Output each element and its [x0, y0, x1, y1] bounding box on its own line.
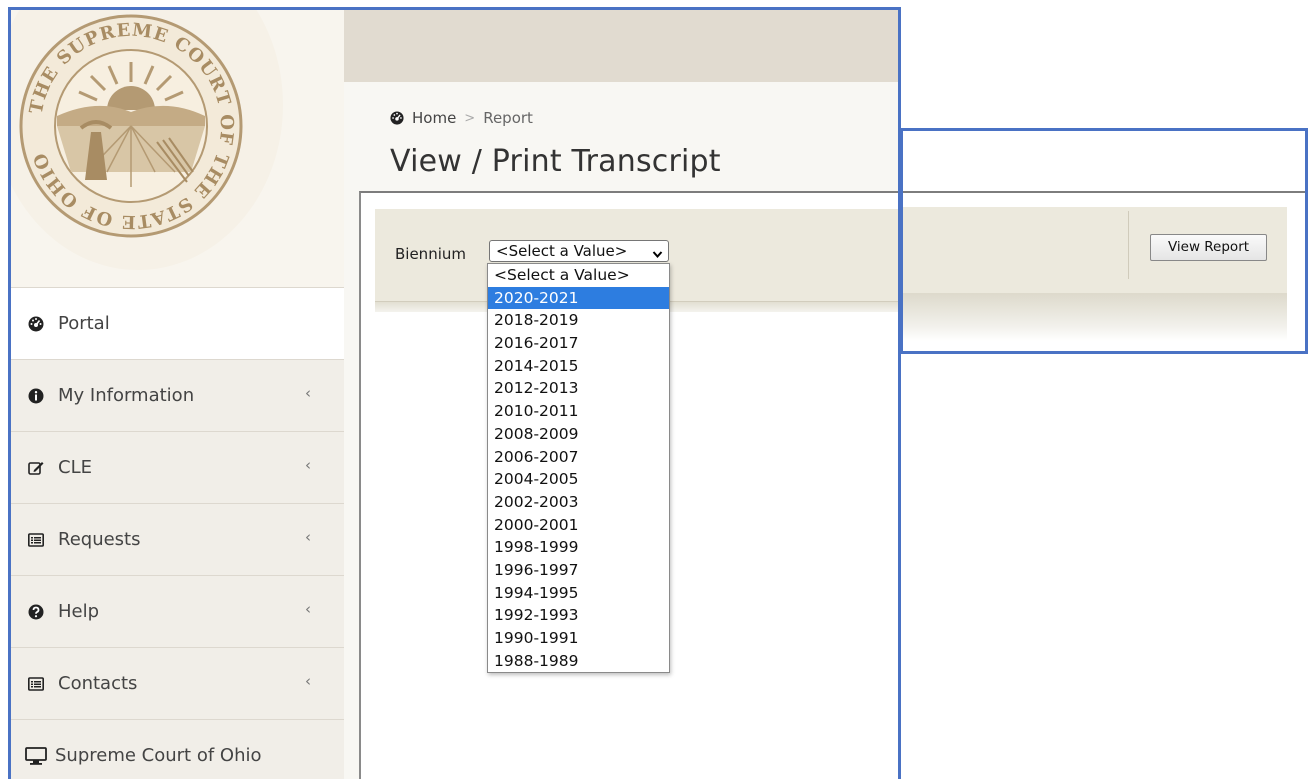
list-icon	[28, 532, 44, 548]
sidebar-item-label: Help	[58, 601, 100, 622]
sidebar-item-label: Portal	[58, 313, 110, 334]
breadcrumb-separator: >	[464, 110, 476, 126]
dropdown-option[interactable]: 2002-2003	[488, 491, 669, 514]
sidebar-item-cle[interactable]: CLE ‹	[11, 431, 344, 503]
main-screenshot-panel: THE SUPREME COURT OF THE STATE OF OHIO P…	[8, 7, 901, 779]
sidebar-item-label: My Information	[58, 385, 195, 406]
dropdown-option[interactable]: <Select a Value>	[488, 264, 669, 287]
dropdown-option[interactable]: 2006-2007	[488, 446, 669, 469]
biennium-label: Biennium	[395, 245, 466, 263]
sidebar-nav: Portal My Information ‹ CLE ‹ Requests ‹	[11, 287, 344, 779]
sidebar-item-my-information[interactable]: My Information ‹	[11, 359, 344, 431]
supreme-court-seal-logo: THE SUPREME COURT OF THE STATE OF OHIO	[19, 14, 243, 238]
sidebar-item-portal[interactable]: Portal	[11, 287, 344, 359]
dropdown-option[interactable]: 1994-1995	[488, 582, 669, 605]
dropdown-option[interactable]: 1996-1997	[488, 559, 669, 582]
biennium-select[interactable]: <Select a Value>	[489, 240, 669, 262]
dropdown-option[interactable]: 2018-2019	[488, 309, 669, 332]
sidebar-item-help[interactable]: Help ‹	[11, 575, 344, 647]
breadcrumb: Home > Report	[390, 109, 533, 127]
sidebar-item-contacts[interactable]: Contacts ‹	[11, 647, 344, 719]
breadcrumb-home-link[interactable]: Home	[412, 109, 456, 127]
dropdown-option[interactable]: 2014-2015	[488, 355, 669, 378]
dropdown-option[interactable]: 1988-1989	[488, 650, 669, 673]
dashboard-icon	[28, 316, 44, 332]
breadcrumb-current: Report	[483, 109, 533, 127]
report-toolbar-zoom-panel: View Report	[900, 128, 1308, 354]
dropdown-option[interactable]: 2012-2013	[488, 377, 669, 400]
chevron-left-icon: ‹	[305, 528, 311, 546]
dropdown-option[interactable]: 2008-2009	[488, 423, 669, 446]
desktop-icon	[25, 746, 47, 765]
sidebar-item-requests[interactable]: Requests ‹	[11, 503, 344, 575]
dropdown-option[interactable]: 1998-1999	[488, 536, 669, 559]
list-icon	[28, 676, 44, 692]
chevron-left-icon: ‹	[305, 384, 311, 402]
sidebar-item-supreme-court-of-ohio[interactable]: Supreme Court of Ohio	[11, 719, 344, 779]
biennium-select-value: <Select a Value>	[496, 242, 628, 260]
dropdown-option[interactable]: 1992-1993	[488, 604, 669, 627]
info-circle-icon	[28, 388, 44, 404]
sidebar-item-label: CLE	[58, 457, 92, 478]
logo-area: THE SUPREME COURT OF THE STATE OF OHIO	[11, 10, 344, 287]
dropdown-option[interactable]: 2010-2011	[488, 400, 669, 423]
edit-icon	[28, 460, 44, 476]
chevron-down-icon	[652, 245, 663, 265]
dropdown-option[interactable]: 2016-2017	[488, 332, 669, 355]
dropdown-option[interactable]: 2004-2005	[488, 468, 669, 491]
chevron-left-icon: ‹	[305, 600, 311, 618]
view-report-button[interactable]: View Report	[1150, 234, 1267, 261]
page-title: View / Print Transcript	[390, 144, 721, 179]
sidebar-item-label: Requests	[58, 529, 141, 550]
sidebar-item-label: Contacts	[58, 673, 138, 694]
chevron-left-icon: ‹	[305, 672, 311, 690]
biennium-dropdown-list: <Select a Value> 2020-2021 2018-2019 201…	[487, 263, 670, 673]
dropdown-option[interactable]: 1990-1991	[488, 627, 669, 650]
sidebar-item-label: Supreme Court of Ohio	[55, 745, 262, 766]
dashboard-icon	[390, 111, 404, 125]
dropdown-option[interactable]: 2000-2001	[488, 514, 669, 537]
chevron-left-icon: ‹	[305, 456, 311, 474]
question-circle-icon	[28, 604, 44, 620]
dropdown-option-highlighted[interactable]: 2020-2021	[488, 286, 669, 310]
